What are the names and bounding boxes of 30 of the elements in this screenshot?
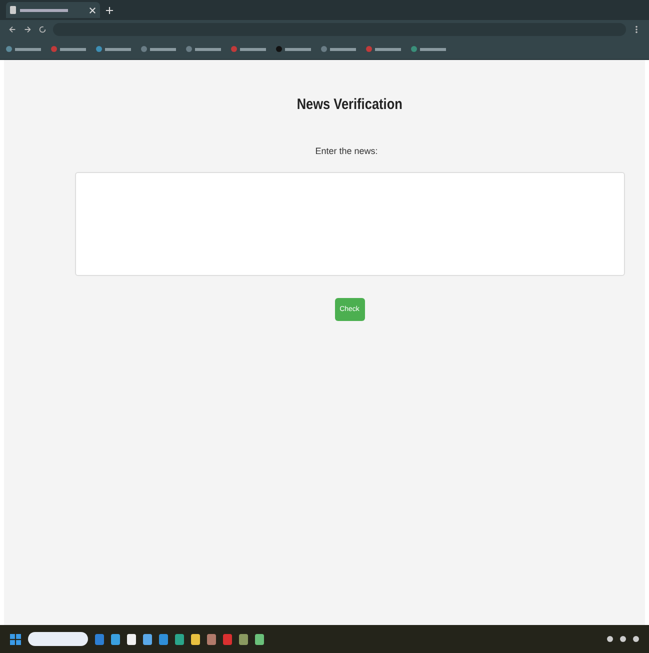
bookmark-item[interactable] [141,46,176,52]
tab-title-bar [20,8,68,12]
system-tray-icon[interactable] [633,636,639,642]
back-icon[interactable] [8,25,17,34]
page-icon [10,6,16,14]
news-input-field[interactable] [74,172,624,276]
taskbar-app-icon[interactable] [127,634,136,644]
taskbar-search-field[interactable] [28,632,88,646]
bookmark-item[interactable] [276,46,311,52]
bookmark-item[interactable] [366,46,401,52]
bookmark-item[interactable] [96,46,131,52]
news-label: Enter the news: [314,146,378,156]
taskbar-app-icon[interactable] [255,634,264,644]
taskbar-app-icon[interactable] [191,634,200,644]
system-tray-icon[interactable] [607,636,613,642]
bookmark-item[interactable] [6,46,41,52]
bookmark-item[interactable] [51,46,86,52]
page-heading: News Verification [296,96,403,113]
bookmark-item[interactable] [231,46,266,52]
bookmark-item[interactable] [186,46,221,52]
taskbar-app-icon[interactable] [143,634,152,644]
new-tab-icon[interactable] [106,6,113,14]
start-icon[interactable] [10,634,21,644]
forward-icon[interactable] [23,25,32,34]
close-icon[interactable] [89,6,96,14]
system-tray-icon[interactable] [620,636,626,642]
bookmark-item[interactable] [321,46,356,52]
browser-tab[interactable] [6,2,100,18]
bookmark-item[interactable] [411,46,446,52]
reload-icon[interactable] [38,25,47,34]
